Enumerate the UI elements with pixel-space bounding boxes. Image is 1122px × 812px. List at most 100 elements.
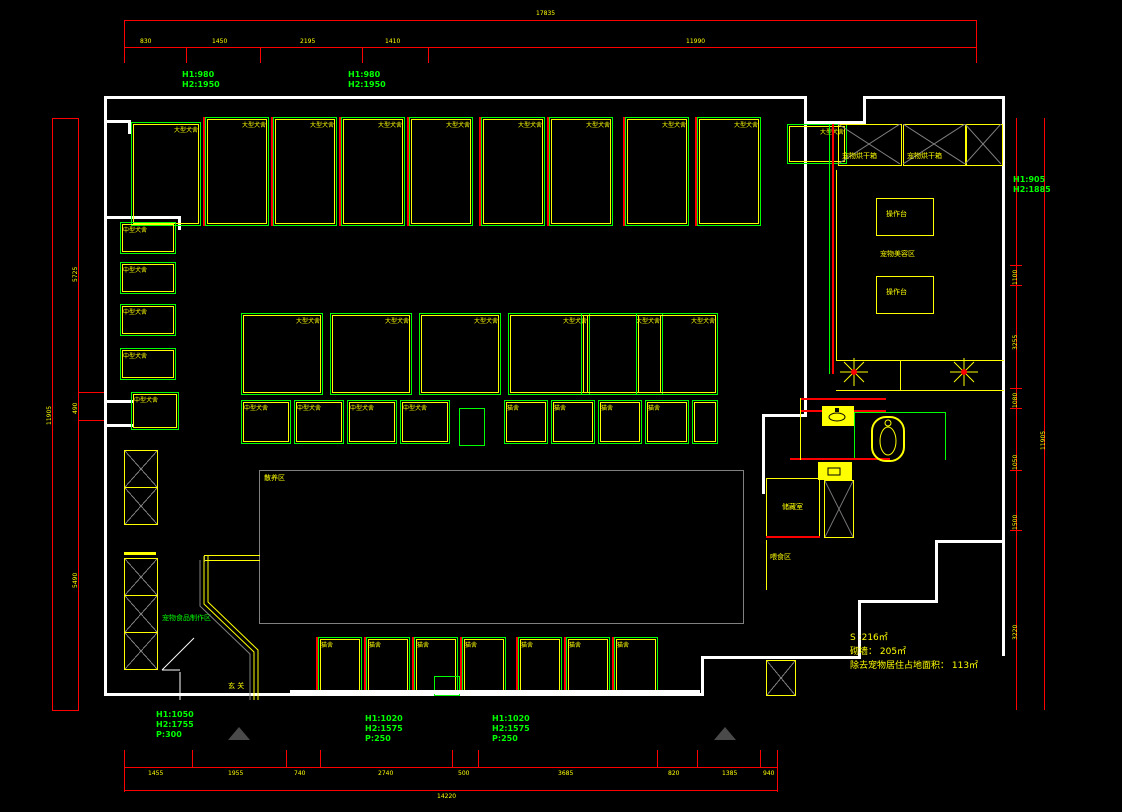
bottom-dim-seg-8: 1385 [722,770,738,777]
kennel-small-4[interactable]: 中型犬舍 [400,400,450,444]
height-tag-top-left-h2: H2:1950 [182,80,220,89]
shelf-unit [124,450,158,488]
kennel-large-3[interactable]: 大型犬舍 [271,117,337,226]
kennel-small-3[interactable]: 中型犬舍 [347,400,397,444]
height-tag-top-mid-h2: H2:1950 [348,80,386,89]
area-note-line-1: S :216㎡ [850,633,888,643]
bottom-dim-seg-3: 740 [294,770,306,777]
wall-outer-left [104,96,107,696]
area-note-line-3: 除去宠物居住占地面积： 113㎡ [850,661,979,671]
work-table-label-2: 操作台 [886,288,907,296]
top-dim-seg-4: 1410 [385,38,401,45]
right-dim-seg-4: 1050 [1012,454,1019,470]
kennel-mid-large-3[interactable]: 大型犬舍 [419,313,501,395]
right-overall-dim-line [1044,118,1045,710]
kennel-mid-large-6[interactable]: 大型犬舍 [636,313,718,395]
bottom-shelf [766,660,796,696]
dim-tick [124,47,125,63]
partition [836,390,1004,391]
left-segment-dim-line [78,118,79,710]
kennel-medium-4[interactable]: 中型犬舍 [120,348,176,380]
kennel-mid-large-2[interactable]: 大型犬舍 [330,313,412,395]
kennel-small-2[interactable]: 中型犬舍 [294,400,344,444]
elevation-marker-1 [228,727,250,740]
dim-tick [192,750,193,768]
dim-tick [697,750,698,768]
kennel-medium-1[interactable]: 中型犬舍 [120,222,176,254]
kennel-small-1[interactable]: 中型犬舍 [241,400,291,444]
height-tag-bl-h1: H1:1050 [156,710,194,719]
kennel-label: 大型犬舍 [241,122,266,129]
kennel-medium-3[interactable]: 中型犬舍 [120,304,176,336]
top-segment-dim-line [124,47,977,48]
left-total-dimension: 11905 [46,405,53,425]
work-table-label-1: 操作台 [886,210,907,218]
right-dim-seg-2: 3255 [1012,334,1019,350]
height-tag-bm-p: P:250 [365,734,391,743]
kennel-label: 中型犬舍 [123,309,148,316]
bathtub-icon [871,416,905,462]
right-dim-seg-6: 3220 [1012,624,1019,640]
kennel-medium-5[interactable]: 中型犬舍 [131,392,179,430]
kennel-label: 猫舍 [648,405,661,412]
kennel-mid-large-1[interactable]: 大型犬舍 [241,313,323,395]
wall-green [854,412,946,413]
kennel-label: 大型犬舍 [384,318,409,325]
cad-drawing-canvas[interactable]: 17835 830 1450 2195 1410 11990 H1:980 H2… [0,0,1122,812]
kennel-small-7[interactable]: 猫舍 [598,400,642,444]
dryer-label-1: 宠物烘干箱 [842,152,877,160]
kennel-label: 中型犬舍 [123,353,148,360]
kennel-large-5[interactable]: 大型犬舍 [407,117,473,226]
elevation-marker-2 [714,727,736,740]
kennel-cat-4[interactable]: 猫舍 [460,637,506,693]
kennel-large-9[interactable]: 大型犬舍 [695,117,761,226]
right-dim-seg-5: 1500 [1012,514,1019,530]
kennel-cat-5[interactable]: 猫舍 [516,637,562,693]
kennel-large-4[interactable]: 大型犬舍 [339,117,405,226]
storage-shelf [824,480,854,538]
dryer-label-2: 宠物烘干箱 [907,152,942,160]
cabinet-icon [827,467,841,476]
kennel-large-7[interactable]: 大型犬舍 [547,117,613,226]
kennel-small-9[interactable] [692,400,718,444]
dim-tick [1010,530,1022,531]
kennel-large-1[interactable]: 大型犬舍 [131,122,201,226]
kennel-label: 大型犬舍 [585,122,610,129]
wall-segment [762,414,765,494]
kennel-small-8[interactable]: 猫舍 [645,400,689,444]
dim-tick [976,47,977,63]
kennel-large-6[interactable]: 大型犬舍 [479,117,545,226]
height-tag-right-h1: H1:905 [1013,175,1046,184]
kennel-large-2[interactable]: 大型犬舍 [203,117,269,226]
dim-tick [452,750,453,768]
top-total-dimension: 17835 [536,10,556,17]
right-segment-dim-line [1016,118,1017,710]
top-dim-seg-1: 830 [140,38,152,45]
kennel-label: 中型犬舍 [123,227,148,234]
kennel-medium-2[interactable]: 中型犬舍 [120,262,176,294]
kennel-large-8[interactable]: 大型犬舍 [623,117,689,226]
shelf-unit [124,487,158,525]
kennel-cat-2[interactable]: 猫舍 [364,637,410,693]
kennel-mid-large-4[interactable]: 大型犬舍 [508,313,590,395]
top-overall-dim-line [124,20,977,21]
entry-label: 玄 关 [228,682,245,690]
kennel-cat-6[interactable]: 猫舍 [564,637,610,693]
kennel-label: 大型犬舍 [309,122,334,129]
kennel-small-6[interactable]: 猫舍 [551,400,595,444]
kennel-label: 中型犬舍 [403,405,428,412]
height-tag-br-p: P:250 [492,734,518,743]
right-total-dimension: 11905 [1040,430,1047,450]
kennel-cat-7[interactable]: 猫舍 [612,637,658,693]
height-tag-br-h1: H1:1020 [492,714,530,723]
kennel-cat-1[interactable]: 猫舍 [316,637,362,693]
dim-tick [124,20,125,48]
height-tag-bl-h2: H2:1755 [156,720,194,729]
wall-outer [858,600,938,603]
dim-tick [760,750,761,768]
top-dim-seg-5: 11990 [686,38,706,45]
dim-tick [1010,285,1022,286]
kennel-small-5[interactable]: 猫舍 [504,400,548,444]
dim-tick [186,47,187,63]
wall-bottom-inner [290,690,700,694]
